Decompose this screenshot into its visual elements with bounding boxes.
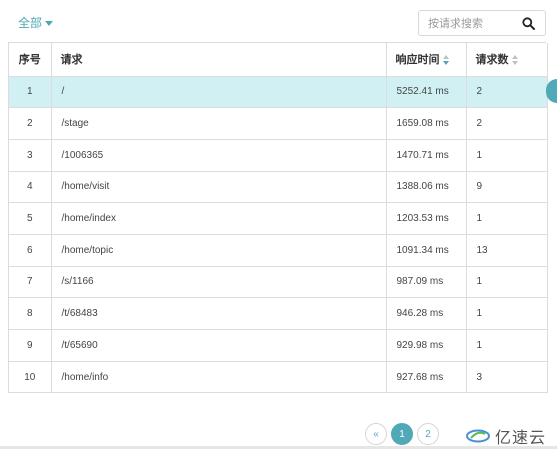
page-button-1[interactable]: 1	[391, 423, 413, 445]
cell-request-count: 3	[466, 361, 548, 394]
cell-response-time: 1659.08 ms	[386, 107, 467, 140]
cell-no: 9	[9, 329, 52, 362]
cell-request: /home/visit	[51, 171, 387, 204]
cell-response-time: 1091.34 ms	[386, 234, 467, 267]
cell-request: /1006365	[51, 139, 387, 172]
cell-no: 6	[9, 234, 52, 267]
cell-request-count: 1	[466, 266, 548, 299]
cell-response-time: 1470.71 ms	[386, 139, 467, 172]
table-row[interactable]: 8 /t/68483 946.28 ms 1	[9, 297, 548, 330]
watermark-logo: 亿速云	[465, 424, 546, 448]
cell-no: 3	[9, 139, 52, 172]
cell-request: /t/65690	[51, 329, 387, 362]
cell-request: /	[51, 76, 387, 109]
cell-no: 4	[9, 171, 52, 204]
cell-request-count: 2	[466, 107, 548, 140]
watermark-text: 亿速云	[495, 428, 547, 447]
cell-no: 2	[9, 107, 52, 140]
cell-request: /s/1166	[51, 266, 387, 299]
cell-request-count: 1	[466, 329, 548, 362]
cell-no: 7	[9, 266, 52, 299]
cell-request-count: 1	[466, 139, 548, 172]
table-row[interactable]: 6 /home/topic 1091.34 ms 13	[9, 234, 548, 267]
cell-request: /t/68483	[51, 297, 387, 330]
table-row[interactable]: 1 / 5252.41 ms 2	[9, 76, 548, 109]
table-header-row: 序号 请求 响应时间 请求数	[9, 43, 548, 77]
cell-no: 1	[9, 76, 52, 109]
table-row[interactable]: 7 /s/1166 987.09 ms 1	[9, 266, 548, 299]
table-row[interactable]: 3 /1006365 1470.71 ms 1	[9, 139, 548, 172]
table-row[interactable]: 4 /home/visit 1388.06 ms 9	[9, 171, 548, 204]
header-request-count[interactable]: 请求数	[466, 43, 548, 77]
cell-request-count: 1	[466, 297, 548, 330]
selected-row-indicator	[546, 79, 557, 103]
toolbar: 全部	[0, 0, 557, 42]
request-table: 序号 请求 响应时间 请求数 1 / 5252.41 ms 2 2 /stage…	[8, 42, 548, 394]
filter-dropdown[interactable]: 全部	[18, 14, 54, 31]
cell-response-time: 1388.06 ms	[386, 171, 467, 204]
search-input[interactable]	[419, 11, 515, 35]
cell-response-time: 929.98 ms	[386, 329, 467, 362]
cell-response-time: 987.09 ms	[386, 266, 467, 299]
header-response-time[interactable]: 响应时间	[386, 43, 467, 77]
header-request-count-label: 请求数	[475, 53, 509, 67]
header-request: 请求	[51, 43, 387, 77]
table-row[interactable]: 2 /stage 1659.08 ms 2	[9, 107, 548, 140]
search-box	[418, 10, 546, 36]
cell-response-time: 1203.53 ms	[386, 202, 467, 235]
cell-request-count: 13	[466, 234, 548, 267]
prev-page-button[interactable]: «	[365, 423, 387, 445]
cell-request: /stage	[51, 107, 387, 140]
cell-response-time: 946.28 ms	[386, 297, 467, 330]
cell-no: 8	[9, 297, 52, 330]
search-icon[interactable]	[522, 17, 535, 30]
table-row[interactable]: 10 /home/info 927.68 ms 3	[9, 361, 548, 394]
page-button-2[interactable]: 2	[417, 423, 439, 445]
cell-no: 5	[9, 202, 52, 235]
sort-icon[interactable]	[511, 55, 519, 66]
cell-request: /home/topic	[51, 234, 387, 267]
caret-down-icon	[45, 20, 54, 26]
cell-request: /home/index	[51, 202, 387, 235]
sort-icon[interactable]	[442, 55, 450, 66]
filter-label: 全部	[18, 16, 43, 30]
table-row[interactable]: 9 /t/65690 929.98 ms 1	[9, 329, 548, 362]
cell-request-count: 1	[466, 202, 548, 235]
cell-request-count: 9	[466, 171, 548, 204]
table-row[interactable]: 5 /home/index 1203.53 ms 1	[9, 202, 548, 235]
header-no: 序号	[9, 43, 52, 77]
cell-request: /home/info	[51, 361, 387, 394]
pagination: « 1 2	[365, 423, 439, 445]
yisu-cloud-logo-icon	[466, 429, 490, 443]
cell-no: 10	[9, 361, 52, 394]
cell-response-time: 5252.41 ms	[386, 76, 467, 109]
header-response-time-label: 响应时间	[395, 53, 440, 67]
cell-request-count: 2	[466, 76, 548, 109]
cell-response-time: 927.68 ms	[386, 361, 467, 394]
